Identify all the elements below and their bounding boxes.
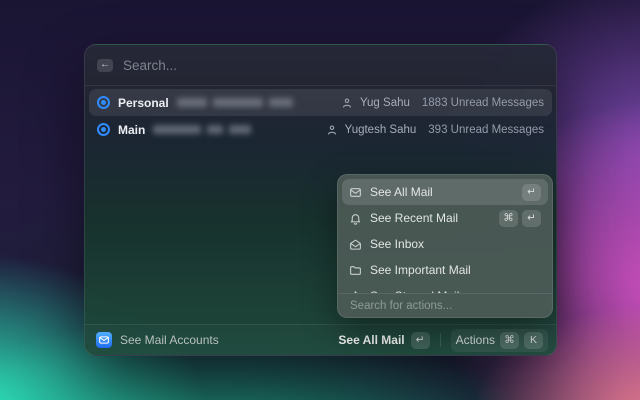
account-ring-icon (97, 96, 110, 109)
account-list: Personal Yug Sahu 1883 Unread Messages M… (85, 86, 556, 146)
footer-divider (440, 333, 441, 347)
account-meta: Yugtesh Sahu 393 Unread Messages (326, 124, 544, 136)
account-ring-icon (97, 123, 110, 136)
launcher-window: ← Personal Yug Sahu 1883 Unread Messages… (84, 44, 557, 356)
account-row-personal[interactable]: Personal Yug Sahu 1883 Unread Messages (89, 89, 552, 116)
action-label: See Inbox (370, 237, 424, 251)
action-label: See Important Mail (370, 263, 471, 277)
account-meta: Yug Sahu 1883 Unread Messages (341, 97, 544, 109)
k-key-badge: K (524, 332, 543, 349)
footer-primary-action[interactable]: See All Mail (338, 333, 404, 347)
search-bar: ← (85, 45, 556, 86)
account-label: Main (118, 123, 145, 137)
action-see-inbox[interactable]: See Inbox (342, 231, 548, 257)
actions-search-row (338, 293, 552, 317)
search-input[interactable] (123, 58, 544, 73)
unread-count: 1883 Unread Messages (422, 97, 544, 109)
redacted-email (153, 125, 251, 134)
action-see-recent-mail[interactable]: See Recent Mail ⌘ ↵ (342, 205, 548, 231)
person-icon (326, 124, 338, 136)
back-button[interactable]: ← (97, 59, 113, 72)
actions-menu-button[interactable]: Actions ⌘ K (451, 329, 548, 352)
account-owner: Yugtesh Sahu (345, 124, 417, 136)
account-label: Personal (118, 96, 169, 110)
action-see-all-mail[interactable]: See All Mail ↵ (342, 179, 548, 205)
actions-search-input[interactable] (350, 300, 540, 312)
account-owner: Yug Sahu (360, 97, 410, 109)
actions-list: See All Mail ↵ See Recent Mail ⌘ ↵ See I… (338, 175, 552, 293)
star-icon (349, 290, 362, 294)
return-key-badge: ↵ (522, 184, 541, 201)
bell-icon (349, 212, 362, 225)
account-row-main[interactable]: Main Yugtesh Sahu 393 Unread Messages (89, 116, 552, 143)
envelope-icon (349, 186, 362, 199)
person-icon (341, 97, 353, 109)
return-key-badge: ↵ (522, 210, 541, 227)
arrow-left-icon: ← (100, 60, 110, 70)
actions-panel: See All Mail ↵ See Recent Mail ⌘ ↵ See I… (337, 174, 553, 318)
cmd-key-badge: ⌘ (499, 210, 518, 227)
return-key-badge: ↵ (411, 332, 430, 349)
folder-icon (349, 264, 362, 277)
actions-menu-label: Actions (456, 333, 495, 347)
action-label: See All Mail (370, 185, 433, 199)
action-see-important-mail[interactable]: See Important Mail (342, 257, 548, 283)
unread-count: 393 Unread Messages (428, 124, 544, 136)
redacted-email (177, 98, 293, 107)
footer-app-label: See Mail Accounts (120, 333, 219, 347)
action-see-starred-mail[interactable]: See Starred Mail (342, 283, 548, 293)
mail-app-icon (96, 332, 112, 348)
cmd-key-badge: ⌘ (500, 332, 519, 349)
action-label: See Recent Mail (370, 211, 458, 225)
open-envelope-icon (349, 238, 362, 251)
footer-bar: See Mail Accounts See All Mail ↵ Actions… (85, 324, 556, 355)
action-label: See Starred Mail (370, 289, 459, 293)
